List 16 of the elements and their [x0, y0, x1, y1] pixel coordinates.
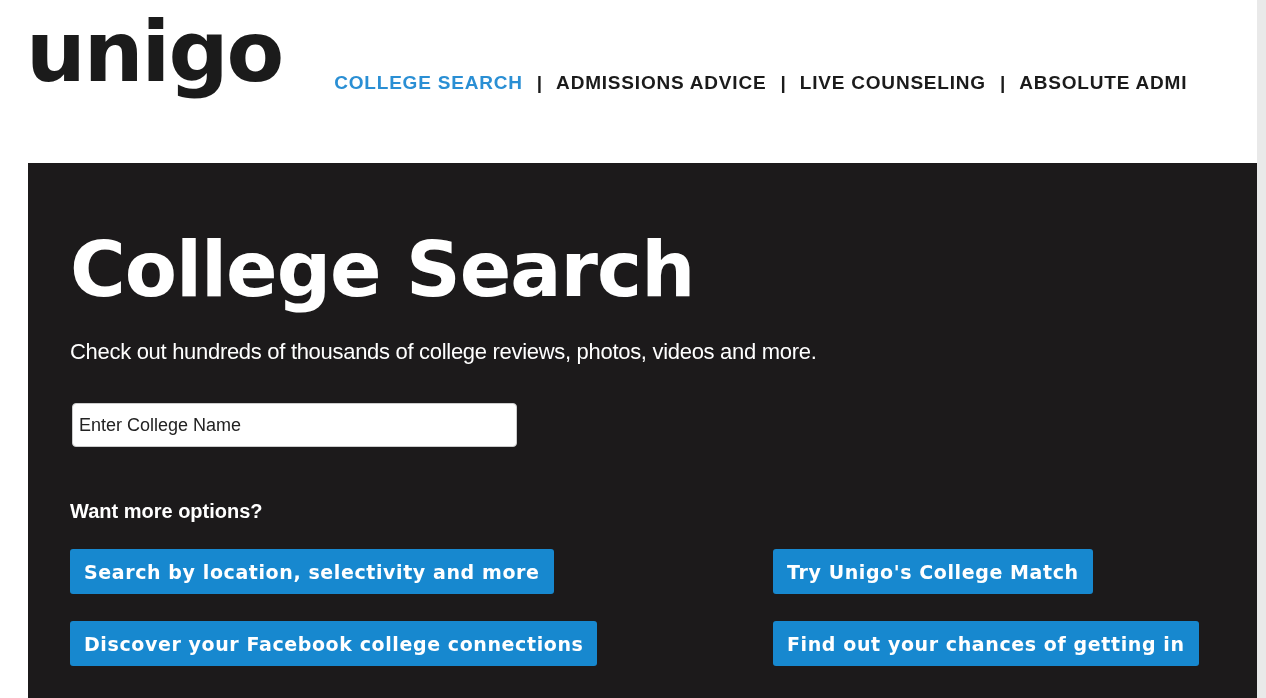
nav-link[interactable]: ABSOLUTE ADMI	[1019, 72, 1188, 94]
nav-separator: |	[780, 72, 786, 94]
option-button[interactable]: Search by location, selectivity and more	[70, 549, 554, 594]
college-search-field[interactable]: Enter College Name	[72, 403, 517, 447]
options-label: Want more options?	[70, 500, 264, 523]
nav-link[interactable]: LIVE COUNSELING	[799, 72, 986, 94]
option-button[interactable]: Discover your Facebook college connections	[70, 621, 598, 666]
nav-link[interactable]: COLLEGE SEARCH	[334, 72, 523, 94]
page-subtitle: Check out hundreds of thousands of college reviews, photos, videos and more.	[70, 339, 818, 365]
nav-link[interactable]: ADMISSIONS ADVICE	[556, 72, 767, 94]
option-button[interactable]: Find out your chances of getting in	[773, 621, 1199, 666]
nav-separator: |	[536, 72, 543, 94]
option-button[interactable]: Try Unigo's College Match	[773, 549, 1093, 594]
unigo-logo[interactable]: unigo	[26, 2, 287, 103]
nav-separator: |	[999, 72, 1006, 94]
page-title: College Search	[70, 225, 696, 315]
